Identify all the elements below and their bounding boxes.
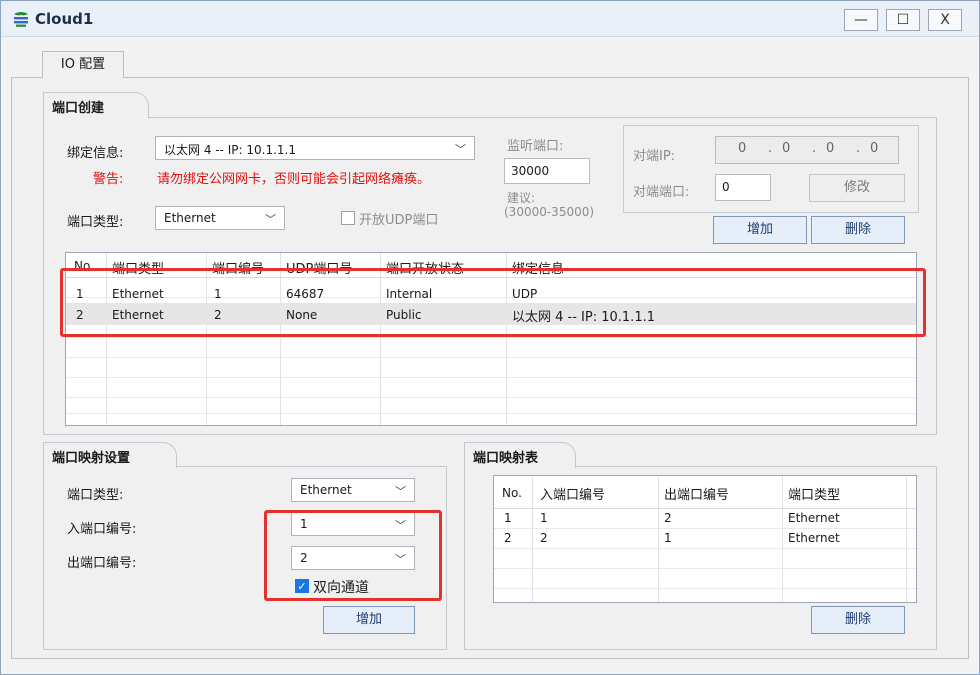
mapping-port-type-select[interactable]: Ethernet ﹀ — [291, 478, 415, 502]
port-create-group-title: 端口创建 — [43, 92, 149, 118]
close-icon: X — [940, 12, 950, 28]
mapping-col-header-no: No. — [502, 486, 522, 500]
peer-ip-label: 对端IP: — [633, 149, 676, 164]
cloud-config-window: Cloud1 — ☐ X IO 配置 端口创建 绑定信息: 以太网 4 -- I… — [0, 0, 980, 675]
peer-port-label: 对端端口: — [633, 185, 690, 200]
cloud-app-icon — [14, 12, 28, 27]
suggest-range: (30000-35000) — [504, 205, 595, 219]
port-type-select[interactable]: Ethernet ﹀ — [155, 206, 285, 230]
peer-ip-dot-1: . — [768, 141, 773, 156]
mapping-table: No. 入端口编号 出端口编号 端口类型 1 1 2 Ethernet 2 2 … — [493, 475, 917, 603]
mapping-port-type-value: Ethernet — [300, 483, 352, 497]
bind-info-value: 以太网 4 -- IP: 10.1.1.1 — [164, 143, 296, 157]
add-port-button[interactable]: 增加 — [713, 216, 807, 244]
highlight-box-port-mapping — [264, 510, 442, 601]
warning-text: 请勿绑定公网网卡，否则可能会引起网络瘫痪。 — [157, 172, 431, 187]
in-port-label: 入端口编号: — [67, 522, 137, 537]
chevron-down-icon: ﹀ — [395, 485, 406, 498]
mapping-port-type-label: 端口类型: — [67, 488, 124, 503]
port-type-label: 端口类型: — [67, 215, 124, 230]
warning-label: 警告: — [93, 172, 124, 187]
close-button[interactable]: X — [928, 9, 962, 31]
delete-mapping-button[interactable]: 删除 — [811, 606, 905, 634]
mapping-table-group-title: 端口映射表 — [464, 442, 576, 468]
suggest-label: 建议: — [507, 191, 536, 205]
open-udp-label: 开放UDP端口 — [359, 213, 439, 228]
minimize-icon: — — [854, 12, 868, 28]
peer-ip-octet-4: 0 — [870, 141, 879, 156]
chevron-down-icon: ﹀ — [265, 213, 276, 226]
peer-port-input[interactable]: 0 — [715, 174, 771, 201]
title-bar: Cloud1 — ☐ X — [1, 1, 979, 37]
port-mapping-group-title: 端口映射设置 — [43, 442, 177, 468]
peer-ip-octet-3: 0 — [826, 141, 835, 156]
add-mapping-button[interactable]: 增加 — [323, 606, 415, 634]
port-type-value: Ethernet — [164, 211, 216, 225]
bind-info-label: 绑定信息: — [67, 146, 124, 161]
mapping-col-header-out-port: 出端口编号 — [664, 488, 730, 503]
delete-port-button[interactable]: 删除 — [811, 216, 905, 244]
peer-ip-dot-2: . — [812, 141, 817, 156]
bind-info-select[interactable]: 以太网 4 -- IP: 10.1.1.1 ﹀ — [155, 136, 475, 160]
modify-button[interactable]: 修改 — [809, 174, 905, 202]
table-row[interactable]: 1 1 2 Ethernet — [494, 510, 916, 528]
highlight-box-port-rows — [60, 268, 926, 337]
maximize-icon: ☐ — [896, 12, 910, 28]
peer-ip-dot-3: . — [856, 141, 861, 156]
maximize-button[interactable]: ☐ — [886, 9, 920, 31]
tab-io-config[interactable]: IO 配置 — [42, 51, 124, 78]
open-udp-checkbox[interactable] — [341, 211, 355, 225]
chevron-down-icon: ﹀ — [455, 143, 466, 156]
window-title: Cloud1 — [35, 10, 94, 28]
listen-port-label: 监听端口: — [507, 139, 564, 154]
peer-ip-octet-1: 0 — [738, 141, 747, 156]
table-row[interactable]: 2 2 1 Ethernet — [494, 530, 916, 548]
mapping-col-header-port-type: 端口类型 — [788, 488, 841, 503]
mapping-col-header-in-port: 入端口编号 — [540, 488, 606, 503]
listen-port-input[interactable]: 30000 — [504, 158, 590, 184]
peer-ip-input[interactable]: 0 . 0 . 0 . 0 — [715, 136, 899, 164]
minimize-button[interactable]: — — [844, 9, 878, 31]
out-port-label: 出端口编号: — [67, 556, 137, 571]
peer-ip-octet-2: 0 — [782, 141, 791, 156]
